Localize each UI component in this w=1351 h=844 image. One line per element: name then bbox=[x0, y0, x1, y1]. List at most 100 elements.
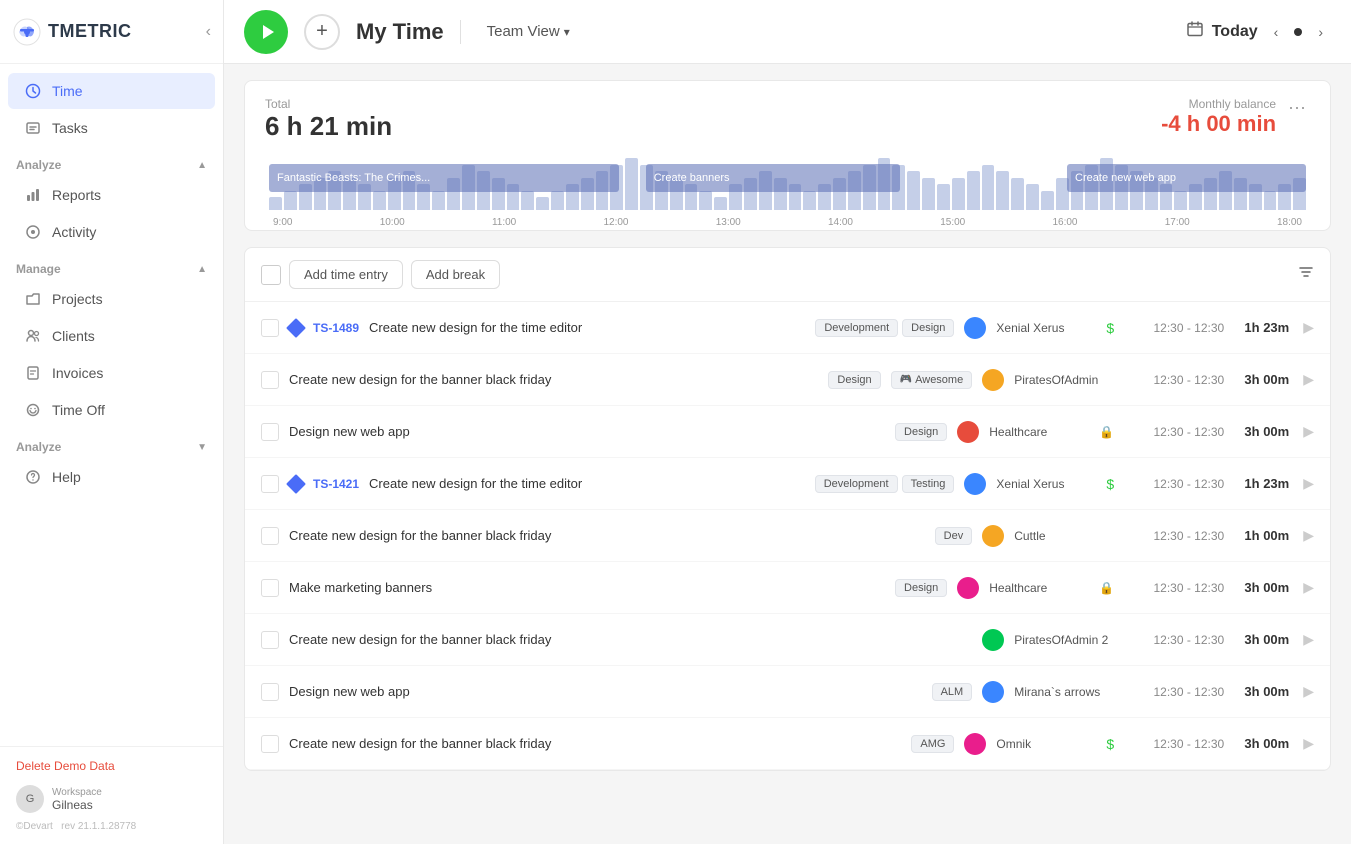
view-selector[interactable]: Team View ▾ bbox=[477, 17, 580, 46]
chart-bar bbox=[803, 191, 816, 211]
entry-name: Design new web app bbox=[289, 424, 885, 439]
entry-checkbox[interactable] bbox=[261, 423, 279, 441]
billable-icon: $ bbox=[1106, 476, 1114, 492]
chart-bar bbox=[1041, 191, 1054, 211]
table-row: Create new design for the banner black f… bbox=[245, 614, 1330, 666]
manage-section-header[interactable]: Manage ▲ bbox=[0, 254, 223, 280]
entry-checkbox[interactable] bbox=[261, 683, 279, 701]
task-diamond-icon bbox=[286, 474, 306, 494]
sidebar-item-time-label: Time bbox=[52, 83, 83, 99]
entry-checkbox[interactable] bbox=[261, 475, 279, 493]
entry-checkbox[interactable] bbox=[261, 371, 279, 389]
entry-checkbox[interactable] bbox=[261, 735, 279, 753]
duration: 3h 00m bbox=[1234, 424, 1289, 439]
sidebar-item-projects[interactable]: Projects bbox=[8, 281, 215, 317]
topbar-right: Today ‹ › bbox=[1186, 20, 1331, 44]
sidebar-header: TMETRIC ‹ bbox=[0, 0, 223, 64]
delete-demo-button[interactable]: Delete Demo Data bbox=[16, 759, 207, 773]
clock-icon bbox=[24, 82, 42, 100]
tmetric-logo-icon bbox=[12, 17, 42, 47]
prev-day-button[interactable]: ‹ bbox=[1266, 20, 1287, 44]
select-all-checkbox[interactable] bbox=[261, 265, 281, 285]
tag-item: AMG bbox=[911, 735, 954, 753]
client-avatar bbox=[982, 629, 1004, 651]
next-day-button[interactable]: › bbox=[1310, 20, 1331, 44]
entry-play-button[interactable]: ▶ bbox=[1303, 371, 1314, 388]
tag-item: Dev bbox=[935, 527, 973, 545]
entry-name: Create new design for the banner black f… bbox=[289, 528, 925, 543]
sidebar-item-help[interactable]: Help bbox=[8, 459, 215, 495]
entry-checkbox[interactable] bbox=[261, 631, 279, 649]
analyze-section-header[interactable]: Analyze ▲ bbox=[0, 150, 223, 176]
balance-value: -4 h 00 min bbox=[1161, 111, 1276, 137]
entry-play-button[interactable]: ▶ bbox=[1303, 527, 1314, 544]
analyze-chevron: ▲ bbox=[197, 160, 207, 171]
tag-item: Testing bbox=[902, 475, 955, 493]
table-row: Create new design for the banner black f… bbox=[245, 354, 1330, 406]
analyze2-section-header[interactable]: Analyze ▼ bbox=[0, 432, 223, 458]
entry-play-button[interactable]: ▶ bbox=[1303, 735, 1314, 752]
client-avatar bbox=[982, 681, 1004, 703]
lock-icon: 🔒 bbox=[1099, 581, 1114, 595]
sidebar-item-activity[interactable]: Activity bbox=[8, 214, 215, 250]
add-break-button[interactable]: Add break bbox=[411, 260, 500, 289]
entry-play-button[interactable]: ▶ bbox=[1303, 319, 1314, 336]
invoices-icon bbox=[24, 364, 42, 382]
task-id[interactable]: TS-1489 bbox=[313, 321, 359, 335]
table-row: TS-1489Create new design for the time ed… bbox=[245, 302, 1330, 354]
more-options-button[interactable]: ··· bbox=[1284, 97, 1310, 118]
billable-icon: $ bbox=[1106, 736, 1114, 752]
task-diamond-icon bbox=[286, 318, 306, 338]
entry-tags: DevelopmentTesting bbox=[815, 475, 955, 493]
add-button[interactable]: + bbox=[304, 14, 340, 50]
entry-play-button[interactable]: ▶ bbox=[1303, 579, 1314, 596]
entry-play-button[interactable]: ▶ bbox=[1303, 683, 1314, 700]
sidebar-item-timeoff[interactable]: Time Off bbox=[8, 392, 215, 428]
tag-item: Design bbox=[895, 579, 947, 597]
entry-play-button[interactable]: ▶ bbox=[1303, 475, 1314, 492]
view-selector-chevron: ▾ bbox=[564, 25, 570, 39]
entry-name: Create new design for the banner black f… bbox=[289, 736, 901, 751]
add-time-entry-button[interactable]: Add time entry bbox=[289, 260, 403, 289]
client-avatar bbox=[964, 733, 986, 755]
sidebar-item-clients[interactable]: Clients bbox=[8, 318, 215, 354]
client-avatar bbox=[982, 525, 1004, 547]
tag-item: Design bbox=[828, 371, 880, 389]
entry-play-button[interactable]: ▶ bbox=[1303, 631, 1314, 648]
entry-checkbox[interactable] bbox=[261, 579, 279, 597]
billable-icon: $ bbox=[1106, 320, 1114, 336]
duration: 3h 00m bbox=[1234, 580, 1289, 595]
chart-segment-2: Create banners bbox=[646, 164, 900, 192]
tag-item: Development bbox=[815, 475, 898, 493]
duration: 1h 00m bbox=[1234, 528, 1289, 543]
sidebar-item-tasks[interactable]: Tasks bbox=[8, 110, 215, 146]
clients-icon bbox=[24, 327, 42, 345]
sidebar-item-invoices[interactable]: Invoices bbox=[8, 355, 215, 391]
workspace-label: Workspace bbox=[52, 787, 102, 798]
chart-segment-3: Create new web app bbox=[1067, 164, 1306, 192]
chart-bar bbox=[536, 197, 549, 210]
workspace-name: Gilneas bbox=[52, 798, 102, 812]
sidebar-item-time[interactable]: Time bbox=[8, 73, 215, 109]
filter-button[interactable] bbox=[1298, 264, 1314, 285]
entry-checkbox[interactable] bbox=[261, 527, 279, 545]
sidebar-item-activity-label: Activity bbox=[52, 224, 96, 240]
total-label: Total bbox=[265, 97, 392, 111]
client-name: Healthcare bbox=[989, 581, 1089, 595]
sidebar-item-reports[interactable]: Reports bbox=[8, 177, 215, 213]
entry-checkbox[interactable] bbox=[261, 319, 279, 337]
table-row: TS-1421Create new design for the time ed… bbox=[245, 458, 1330, 510]
activity-icon bbox=[24, 223, 42, 241]
task-id[interactable]: TS-1421 bbox=[313, 477, 359, 491]
entries-card: Add time entry Add break TS-1489Create n… bbox=[244, 247, 1331, 771]
lock-icon: 🔒 bbox=[1099, 425, 1114, 439]
duration: 3h 00m bbox=[1234, 684, 1289, 699]
total-value: 6 h 21 min bbox=[265, 111, 392, 142]
start-timer-button[interactable] bbox=[244, 10, 288, 54]
entry-play-button[interactable]: ▶ bbox=[1303, 423, 1314, 440]
summary-left: Total 6 h 21 min bbox=[265, 97, 392, 142]
awesome-tag: 🎮 Awesome bbox=[891, 371, 973, 389]
sidebar-collapse-button[interactable]: ‹ bbox=[206, 23, 211, 41]
tag-item: Design bbox=[902, 319, 954, 337]
reports-icon bbox=[24, 186, 42, 204]
